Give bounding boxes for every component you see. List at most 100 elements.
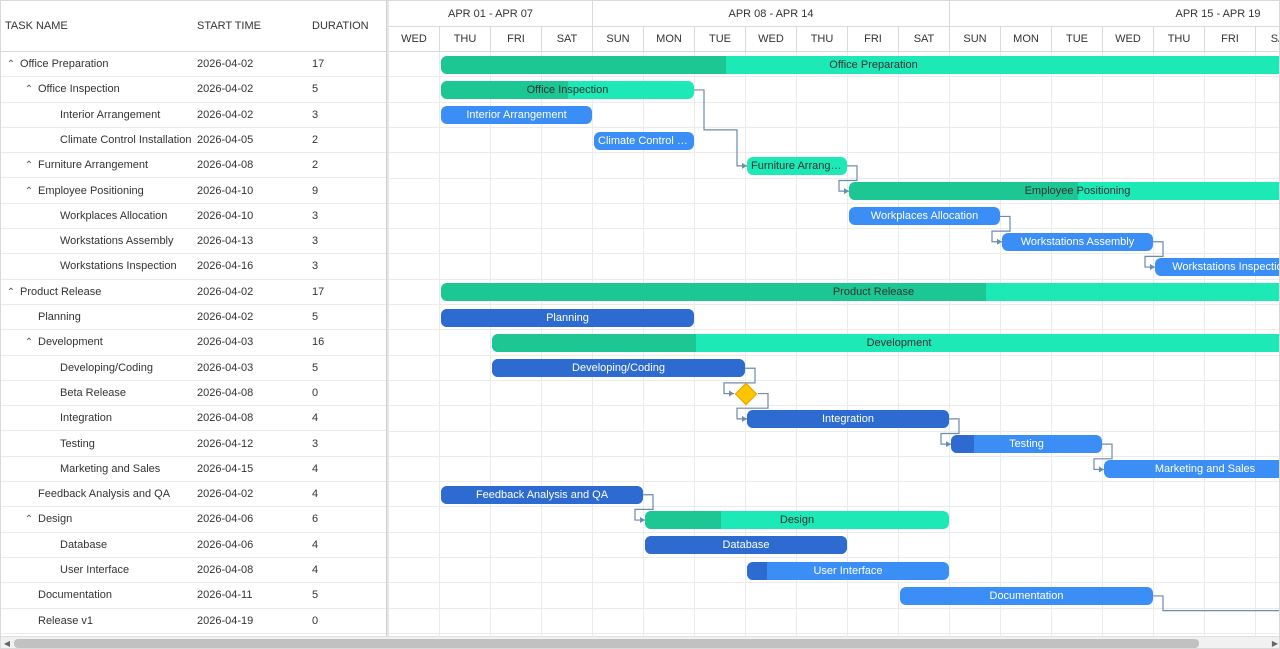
start-time-cell: 2026-04-06 xyxy=(197,538,254,551)
day-header: FRI xyxy=(491,27,542,52)
bar-label: Office Inspection xyxy=(526,83,609,96)
task-name-cell: Workstations Assembly xyxy=(60,235,174,248)
chevron-up-icon[interactable]: ⌃ xyxy=(24,77,34,102)
task-name-cell: Product Release xyxy=(20,285,102,298)
grid-row[interactable]: ⌃ Development 2026-04-03 16 xyxy=(1,330,386,356)
grid-header: TASK NAME START TIME DURATION xyxy=(1,1,386,52)
bar-label: Design xyxy=(779,514,815,527)
grid-row[interactable]: User Interface 2026-04-08 4 xyxy=(1,558,386,584)
grid-row[interactable]: Planning 2026-04-02 5 xyxy=(1,305,386,331)
task-bar[interactable]: Climate Control Installation xyxy=(594,131,694,150)
project-bar[interactable]: Office Inspection xyxy=(441,80,694,99)
arrow-right-icon[interactable]: ▶ xyxy=(1270,637,1279,648)
grid-row[interactable]: Feedback Analysis and QA 2026-04-02 4 xyxy=(1,482,386,508)
task-name-cell: Marketing and Sales xyxy=(60,462,161,475)
project-bar[interactable]: Employee Positioning xyxy=(849,182,1279,201)
grid-row[interactable]: Marketing and Sales 2026-04-15 4 xyxy=(1,457,386,483)
task-bar[interactable]: User Interface xyxy=(747,561,949,580)
grid-row[interactable]: ⌃ Design 2026-04-06 6 xyxy=(1,507,386,533)
chevron-up-icon[interactable]: ⌃ xyxy=(24,507,34,532)
task-bar[interactable]: Interior Arrangement xyxy=(441,106,592,125)
day-header: SUN xyxy=(593,27,644,52)
duration-cell: 2 xyxy=(312,133,319,146)
grid-row[interactable]: Testing 2026-04-12 3 xyxy=(1,432,386,457)
grid-row[interactable]: Integration 2026-04-08 4 xyxy=(1,406,386,432)
grid-row[interactable]: Beta Release 2026-04-08 0 xyxy=(1,381,386,407)
bar-label: Feedback Analysis and QA xyxy=(475,488,609,501)
task-name-cell: Database xyxy=(60,538,108,551)
column-header-duration[interactable]: DURATION xyxy=(312,1,369,52)
grid-row[interactable]: ⌃ Product Release 2026-04-02 17 xyxy=(1,280,386,305)
bar-label: Planning xyxy=(546,311,589,324)
project-bar[interactable]: Design xyxy=(645,511,949,530)
bar-label: Employee Positioning xyxy=(1024,185,1131,198)
duration-cell: 2 xyxy=(312,159,319,172)
task-bar[interactable]: Feedback Analysis and QA xyxy=(441,485,643,504)
task-name-cell: Planning xyxy=(38,311,81,323)
timeline: APR 01 - APR 07 APR 08 - APR 14 APR 15 - A… xyxy=(389,1,1280,636)
grid-row[interactable]: Documentation 2026-04-11 5 xyxy=(1,583,386,609)
bar-label: Integration xyxy=(822,412,874,425)
grid-row[interactable]: Workstations Inspection 2026-04-16 3 xyxy=(1,254,386,280)
duration-cell: 0 xyxy=(312,386,319,399)
grid-row[interactable]: Climate Control Installation 2026-04-05 2 xyxy=(1,128,386,154)
day-header: SAT xyxy=(1256,27,1279,52)
chevron-up-icon[interactable]: ⌃ xyxy=(24,330,34,355)
task-bar[interactable]: Planning xyxy=(441,308,694,327)
grid-row[interactable]: ⌃ Office Inspection 2026-04-02 5 xyxy=(1,77,386,103)
task-bar[interactable]: Testing xyxy=(951,435,1102,454)
grid-row[interactable]: Workstations Assembly 2026-04-13 3 xyxy=(1,229,386,255)
start-time-cell: 2026-04-08 xyxy=(197,412,254,425)
task-bar[interactable]: Marketing and Sales xyxy=(1104,460,1279,479)
chevron-up-icon[interactable]: ⌃ xyxy=(6,52,16,77)
project-bar[interactable]: Office Preparation xyxy=(441,55,1279,74)
grid-row[interactable]: Interior Arrangement 2026-04-02 3 xyxy=(1,103,386,128)
task-name-cell: Beta Release xyxy=(60,386,127,399)
start-time-cell: 2026-04-13 xyxy=(197,235,254,248)
chevron-up-icon[interactable]: ⌃ xyxy=(24,153,34,178)
chevron-up-icon[interactable]: ⌃ xyxy=(24,179,34,204)
chevron-up-icon[interactable]: ⌃ xyxy=(6,280,16,305)
column-header-task-name[interactable]: TASK NAME xyxy=(5,1,68,52)
start-time-cell: 2026-04-12 xyxy=(197,437,254,450)
task-bar[interactable]: Workplaces Allocation xyxy=(849,207,1000,226)
arrow-left-icon[interactable]: ◀ xyxy=(2,637,12,648)
start-time-cell: 2026-04-06 xyxy=(197,513,254,526)
task-bar[interactable]: Developing/Coding xyxy=(492,359,745,378)
chart-area: Office Preparation Office Inspection Inter… xyxy=(389,52,1280,636)
task-name-cell: Interior Arrangement xyxy=(60,108,161,121)
task-bar[interactable]: Workstations Inspection xyxy=(1155,258,1280,277)
bar-label: Documentation xyxy=(989,589,1064,602)
task-bar[interactable]: Integration xyxy=(747,409,949,428)
grid-row[interactable]: ⌃ Office Preparation 2026-04-02 17 xyxy=(1,52,386,78)
project-bar[interactable]: Product Release xyxy=(441,283,1279,302)
bar-label: Workstations Inspection xyxy=(1172,261,1280,274)
bar-label: Marketing and Sales xyxy=(1154,463,1256,476)
scrollbar-thumb[interactable] xyxy=(14,639,1199,648)
grid-row[interactable]: Database 2026-04-06 4 xyxy=(1,533,386,558)
project-bar[interactable]: Development xyxy=(492,333,1279,352)
day-header: TUE xyxy=(1052,27,1103,52)
task-bar[interactable]: Workstations Assembly xyxy=(1002,232,1153,251)
grid-row[interactable]: Workplaces Allocation 2026-04-10 3 xyxy=(1,204,386,230)
grid-row[interactable]: Release v1 2026-04-19 0 xyxy=(1,609,386,634)
bar-label: Climate Control Installation xyxy=(598,134,694,147)
task-name-cell: Testing xyxy=(60,437,95,450)
task-bar[interactable]: Database xyxy=(645,536,847,555)
project-bar[interactable]: Furniture Arrangement xyxy=(747,156,847,175)
day-header: SUN xyxy=(950,27,1001,52)
bar-label: User Interface xyxy=(813,564,883,577)
grid-row[interactable]: ⌃ Furniture Arrangement 2026-04-08 2 xyxy=(1,153,386,179)
start-time-cell: 2026-04-08 xyxy=(197,159,254,172)
duration-cell: 0 xyxy=(312,614,319,627)
task-bar[interactable]: Documentation xyxy=(900,586,1153,605)
column-header-start-time[interactable]: START TIME xyxy=(197,1,261,52)
day-header: TUE xyxy=(695,27,746,52)
start-time-cell: 2026-04-02 xyxy=(197,285,254,298)
start-time-cell: 2026-04-16 xyxy=(197,260,254,273)
day-header: MON xyxy=(1001,27,1052,52)
task-name-cell: Design xyxy=(38,513,73,526)
grid-row[interactable]: ⌃ Employee Positioning 2026-04-10 9 xyxy=(1,179,386,204)
horizontal-scrollbar[interactable]: ◀ ▶ xyxy=(1,636,1279,648)
grid-row[interactable]: Developing/Coding 2026-04-03 5 xyxy=(1,356,386,381)
